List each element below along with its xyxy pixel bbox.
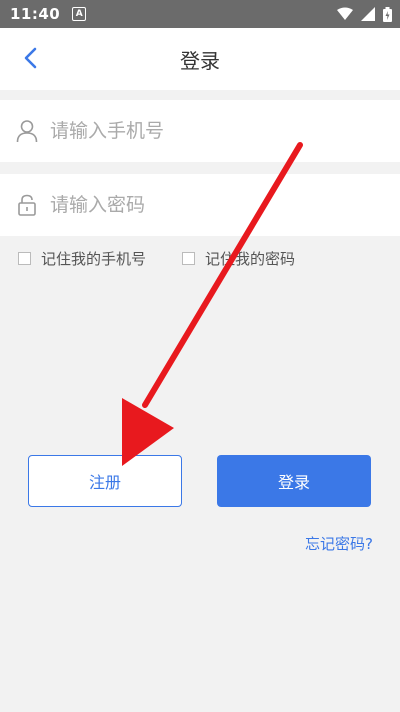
remember-password-checkbox[interactable]: 记住我的密码: [182, 248, 295, 269]
user-icon: [16, 120, 38, 143]
battery-icon: [383, 6, 392, 22]
login-button[interactable]: 登录: [217, 455, 371, 507]
checkbox-box[interactable]: [182, 251, 196, 265]
status-time: 11:40: [10, 5, 61, 23]
status-icons: [337, 6, 392, 22]
password-input[interactable]: [48, 193, 372, 217]
status-bar: 11:40 A: [0, 0, 400, 28]
remember-password-label: 记住我的密码: [205, 249, 296, 268]
password-field[interactable]: [0, 174, 400, 236]
app-header: 登录: [0, 28, 400, 90]
page-title: 登录: [180, 49, 220, 73]
notification-icon: A: [72, 7, 87, 21]
lock-icon: [18, 194, 36, 216]
forgot-password-link[interactable]: 忘记密码?: [305, 533, 373, 554]
phone-field[interactable]: [0, 100, 400, 162]
wifi-icon: [337, 7, 353, 20]
phone-input[interactable]: [48, 119, 372, 143]
remember-options: 记住我的手机号 记住我的密码: [18, 246, 400, 270]
checkbox-box[interactable]: [18, 251, 31, 265]
register-button[interactable]: 注册: [28, 455, 182, 507]
remember-phone-checkbox[interactable]: 记住我的手机号: [18, 248, 146, 269]
remember-phone-label: 记住我的手机号: [41, 249, 147, 268]
signal-icon: [361, 7, 375, 21]
